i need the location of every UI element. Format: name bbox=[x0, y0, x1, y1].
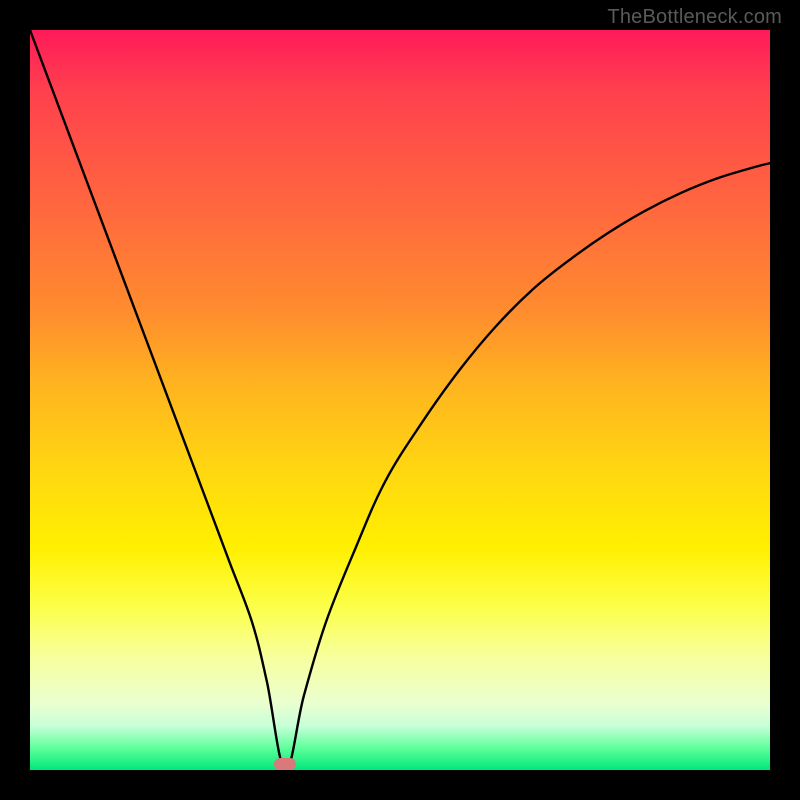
chart-plot-area bbox=[30, 30, 770, 770]
watermark-text: TheBottleneck.com bbox=[607, 6, 782, 29]
minimum-marker bbox=[274, 758, 296, 770]
bottleneck-curve bbox=[30, 30, 770, 770]
